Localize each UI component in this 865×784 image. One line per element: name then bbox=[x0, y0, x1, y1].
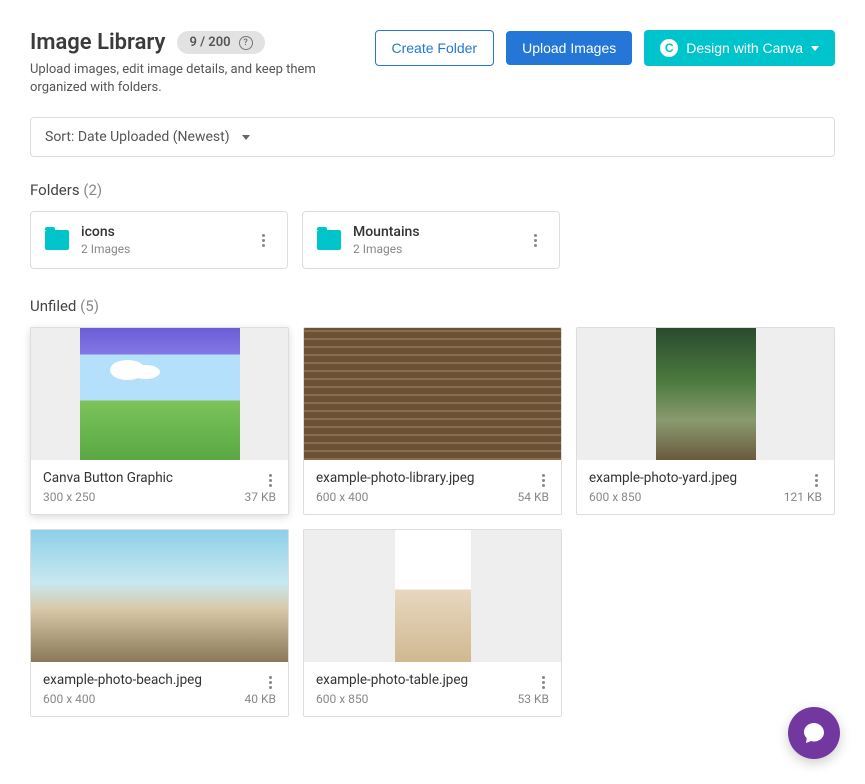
unfiled-section-title: Unfiled (5) bbox=[30, 297, 835, 315]
image-name: example-photo-table.jpeg bbox=[316, 672, 549, 688]
image-thumbnail bbox=[304, 530, 561, 662]
page-subtitle: Upload images, edit image details, and k… bbox=[30, 61, 375, 97]
image-card[interactable]: C Canva Button Graphic 300 x 250 37 KB bbox=[30, 327, 289, 515]
chevron-down-icon bbox=[242, 135, 250, 140]
upload-images-button[interactable]: Upload Images bbox=[506, 31, 632, 65]
image-thumbnail bbox=[31, 530, 288, 662]
image-dimensions: 600 x 400 bbox=[316, 490, 368, 504]
folders-title-text: Folders bbox=[30, 181, 80, 199]
more-icon[interactable] bbox=[260, 672, 280, 692]
image-card[interactable]: example-photo-table.jpeg 600 x 850 53 KB bbox=[303, 529, 562, 717]
image-thumbnail bbox=[31, 328, 288, 460]
folder-name: icons bbox=[81, 224, 241, 240]
create-folder-button[interactable]: Create Folder bbox=[375, 30, 495, 66]
sort-dropdown[interactable]: Sort: Date Uploaded (Newest) bbox=[30, 117, 835, 157]
image-thumbnail bbox=[304, 328, 561, 460]
help-chat-button[interactable] bbox=[788, 707, 840, 759]
more-icon[interactable] bbox=[260, 470, 280, 490]
chevron-down-icon bbox=[811, 46, 819, 51]
page-title: Image Library bbox=[30, 30, 165, 55]
design-with-canva-button[interactable]: C Design with Canva bbox=[644, 30, 835, 66]
image-card[interactable]: example-photo-library.jpeg 600 x 400 54 … bbox=[303, 327, 562, 515]
image-size: 54 KB bbox=[518, 490, 549, 504]
more-icon[interactable] bbox=[806, 470, 826, 490]
sort-label: Sort: Date Uploaded (Newest) bbox=[45, 129, 230, 145]
folder-meta: 2 Images bbox=[81, 242, 241, 256]
canva-logo-icon: C bbox=[660, 39, 678, 57]
folder-icon bbox=[317, 230, 341, 250]
image-name: example-photo-yard.jpeg bbox=[589, 470, 822, 486]
image-thumbnail bbox=[577, 328, 834, 460]
image-dimensions: 300 x 250 bbox=[43, 490, 95, 504]
image-count-text: 9 / 200 bbox=[189, 35, 230, 50]
folder-card[interactable]: icons 2 Images bbox=[30, 211, 288, 269]
image-size: 53 KB bbox=[518, 692, 549, 706]
image-dimensions: 600 x 850 bbox=[589, 490, 641, 504]
folders-count: (2) bbox=[83, 181, 102, 199]
unfiled-count: (5) bbox=[80, 297, 99, 315]
folder-name: Mountains bbox=[353, 224, 513, 240]
folders-section-title: Folders (2) bbox=[30, 181, 835, 199]
image-size: 40 KB bbox=[245, 692, 276, 706]
image-card[interactable]: example-photo-yard.jpeg 600 x 850 121 KB bbox=[576, 327, 835, 515]
image-name: example-photo-beach.jpeg bbox=[43, 672, 276, 688]
image-dimensions: 600 x 850 bbox=[316, 692, 368, 706]
image-size: 37 KB bbox=[245, 490, 276, 504]
folder-meta: 2 Images bbox=[353, 242, 513, 256]
image-size: 121 KB bbox=[784, 490, 822, 504]
image-count-pill: 9 / 200 ? bbox=[177, 31, 264, 54]
more-icon[interactable] bbox=[525, 230, 545, 250]
image-dimensions: 600 x 400 bbox=[43, 692, 95, 706]
folder-icon bbox=[45, 230, 69, 250]
unfiled-title-text: Unfiled bbox=[30, 297, 76, 315]
more-icon[interactable] bbox=[253, 230, 273, 250]
chat-icon bbox=[802, 721, 826, 745]
more-icon[interactable] bbox=[533, 672, 553, 692]
folder-card[interactable]: Mountains 2 Images bbox=[302, 211, 560, 269]
image-name: Canva Button Graphic bbox=[43, 470, 276, 486]
more-icon[interactable] bbox=[533, 470, 553, 490]
help-icon[interactable]: ? bbox=[239, 36, 253, 50]
canva-button-label: Design with Canva bbox=[686, 40, 803, 56]
image-name: example-photo-library.jpeg bbox=[316, 470, 549, 486]
image-card[interactable]: example-photo-beach.jpeg 600 x 400 40 KB bbox=[30, 529, 289, 717]
